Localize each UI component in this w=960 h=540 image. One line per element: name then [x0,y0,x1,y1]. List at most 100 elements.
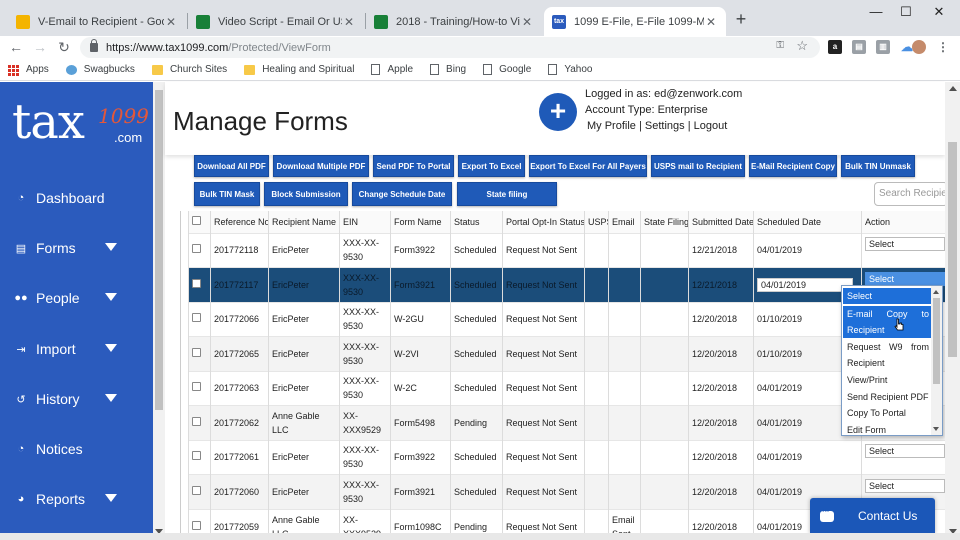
bookmark-apps[interactable]: Apps [8,64,49,76]
table-row[interactable]: 201772117 EricPeter XXX-XX-9530 Form3921 Sch… [188,267,946,302]
extension-icon[interactable]: ▥ [876,40,890,54]
bulk-tin-mask-button[interactable]: Bulk TIN Mask [194,182,260,206]
close-window-button[interactable]: ✕ [925,4,953,20]
close-tab-icon[interactable]: ✕ [520,15,534,29]
maximize-button[interactable]: ☐ [892,4,920,20]
new-tab-button[interactable]: + [732,9,750,29]
browser-tab[interactable]: Video Script - Email Or USPS Ma... ✕ [188,7,364,36]
browser-tab[interactable]: V-Email to Recipient - Google D... ✕ [8,7,186,36]
table-row[interactable]: 201772065 EricPeter XXX-XX-9530 W-2VI Schedu… [188,336,946,371]
key-icon[interactable]: ⚿ [776,40,784,51]
dropdown-option-request-w9[interactable]: Request W9 from Recipient [843,339,931,371]
extension-icon[interactable]: a [828,40,842,54]
scroll-down-arrow-icon[interactable] [933,427,939,431]
action-select[interactable]: Select [865,271,945,286]
checkbox[interactable] [192,216,201,226]
search-recipient-input[interactable]: Search Recipient [874,182,948,206]
sidebar-item-notices[interactable]: ◔ Notices [14,437,144,461]
row-checkbox[interactable] [192,485,201,495]
bookmark-star-icon[interactable]: ☆ [796,38,808,54]
column-header[interactable]: EIN [339,211,391,233]
block-submission-button[interactable]: Block Submission [264,182,348,206]
avatar[interactable] [912,40,926,54]
action-select[interactable]: Select [865,478,945,493]
add-form-button[interactable]: + [539,93,577,131]
sidebar-item-reports[interactable]: ◕ Reports [14,487,144,511]
sidebar-item-history[interactable]: ↺ History [14,387,144,411]
table-row[interactable]: 201772062 Anne Gable LLC XX-XXX9529 Form549… [188,405,946,440]
column-header[interactable]: Portal Opt-In Status [502,211,585,233]
dropdown-option-send-pdf[interactable]: Send Recipient PDF [843,389,931,405]
dropdown-option-email-copy[interactable]: E-mail Copy to Recipient [843,306,931,338]
dropdown-option-view-print[interactable]: View/Print [843,372,931,388]
row-checkbox[interactable] [192,520,201,530]
column-header[interactable]: Scheduled Date [753,211,862,233]
table-row[interactable]: 201772066 EricPeter XXX-XX-9530 W-2GU Schedu… [188,301,946,337]
tax1099-logo[interactable]: tax 1099 .com [12,94,152,156]
action-dropdown-list[interactable]: Select E-mail Copy to Recipient Request … [841,285,943,436]
chevron-down-icon[interactable] [105,243,117,251]
close-tab-icon[interactable]: ✕ [342,15,356,29]
row-checkbox[interactable] [192,416,201,426]
bookmark-swagbucks[interactable]: Swagbucks [65,64,135,75]
bookmark-google[interactable]: Google [483,64,531,75]
chevron-down-icon[interactable] [105,494,117,502]
bookmark-yahoo[interactable]: Yahoo [548,64,593,75]
horizontal-scrollbar[interactable] [0,533,960,540]
export-to-excel-button[interactable]: Export To Excel [458,155,525,177]
row-checkbox[interactable] [192,244,201,254]
settings-link[interactable]: Settings [645,120,685,132]
scrollbar-thumb[interactable] [933,298,940,384]
column-header[interactable]: State Filing [640,211,689,233]
sidebar-item-forms[interactable]: ▤ Forms [14,236,144,260]
bookmark-healing[interactable]: Healing and Spiritual [244,64,354,75]
column-header[interactable]: USPS [584,211,609,233]
dropdown-option-copy-portal[interactable]: Copy To Portal [843,405,931,421]
dropdown-scrollbar[interactable] [931,286,942,435]
close-tab-icon[interactable]: ✕ [164,15,178,29]
dropdown-option-edit-form[interactable]: Edit Form [843,422,931,435]
download-all-pdf-button[interactable]: Download All PDF [194,155,269,177]
browser-tab[interactable]: 2018 - Training/How-to Video - ... ✕ [366,7,542,36]
bookmark-church-sites[interactable]: Church Sites [151,64,227,75]
sidebar-item-people[interactable]: ●● People [14,286,144,310]
row-checkbox[interactable] [192,382,201,392]
minimize-button[interactable]: — [862,4,890,20]
row-checkbox[interactable] [192,313,201,323]
row-checkbox[interactable] [192,451,201,461]
select-all-checkbox[interactable] [188,211,211,233]
browser-tab-active[interactable]: tax 1099 E-File, E-File 1099-MISC, 10...… [544,7,726,36]
url-bar[interactable]: https://www.tax1099.com/Protected/ViewFo… [80,37,820,58]
column-header[interactable]: Submitted Date [688,211,754,233]
column-header[interactable]: Action [861,211,946,233]
send-pdf-to-portal-button[interactable]: Send PDF To Portal [373,155,454,177]
state-filing-button[interactable]: State filing [457,182,557,206]
column-header[interactable]: Email [608,211,641,233]
extension-icon[interactable]: ▤ [852,40,866,54]
sidebar-item-import[interactable]: ⇥ Import [14,337,144,361]
row-checkbox[interactable] [192,278,201,288]
scrollbar-thumb[interactable] [155,90,163,410]
contact-us-button[interactable]: Contact Us [810,498,935,534]
action-select[interactable]: Select [865,237,945,252]
my-profile-link[interactable]: My Profile [587,120,636,132]
change-schedule-date-button[interactable]: Change Schedule Date [352,182,452,206]
scroll-up-arrow-icon[interactable] [949,86,957,91]
column-header[interactable]: Status [450,211,503,233]
table-row[interactable]: 201772118 EricPeter XXX-XX-9530 Form3922 Sch… [188,232,946,268]
sidebar-scrollbar[interactable] [153,82,165,540]
download-multiple-pdf-button[interactable]: Download Multiple PDF [273,155,369,177]
scheduled-date-input[interactable]: 04/01/2019 [757,277,853,292]
chevron-down-icon[interactable] [105,293,117,301]
reload-button[interactable]: ↻ [54,38,74,56]
close-tab-icon[interactable]: ✕ [704,15,718,29]
logout-link[interactable]: Logout [694,120,728,132]
action-select[interactable]: Select [865,444,945,459]
chevron-down-icon[interactable] [105,344,117,352]
scrollbar-thumb[interactable] [948,142,957,357]
forward-button[interactable]: → [30,38,50,56]
bookmark-bing[interactable]: Bing [430,64,466,75]
table-row[interactable]: 201772061 EricPeter XXX-XX-9530 Form3922 Sch… [188,439,946,475]
bulk-tin-unmask-button[interactable]: Bulk TIN Unmask [841,155,915,177]
column-header[interactable]: Recipient Name [268,211,340,233]
